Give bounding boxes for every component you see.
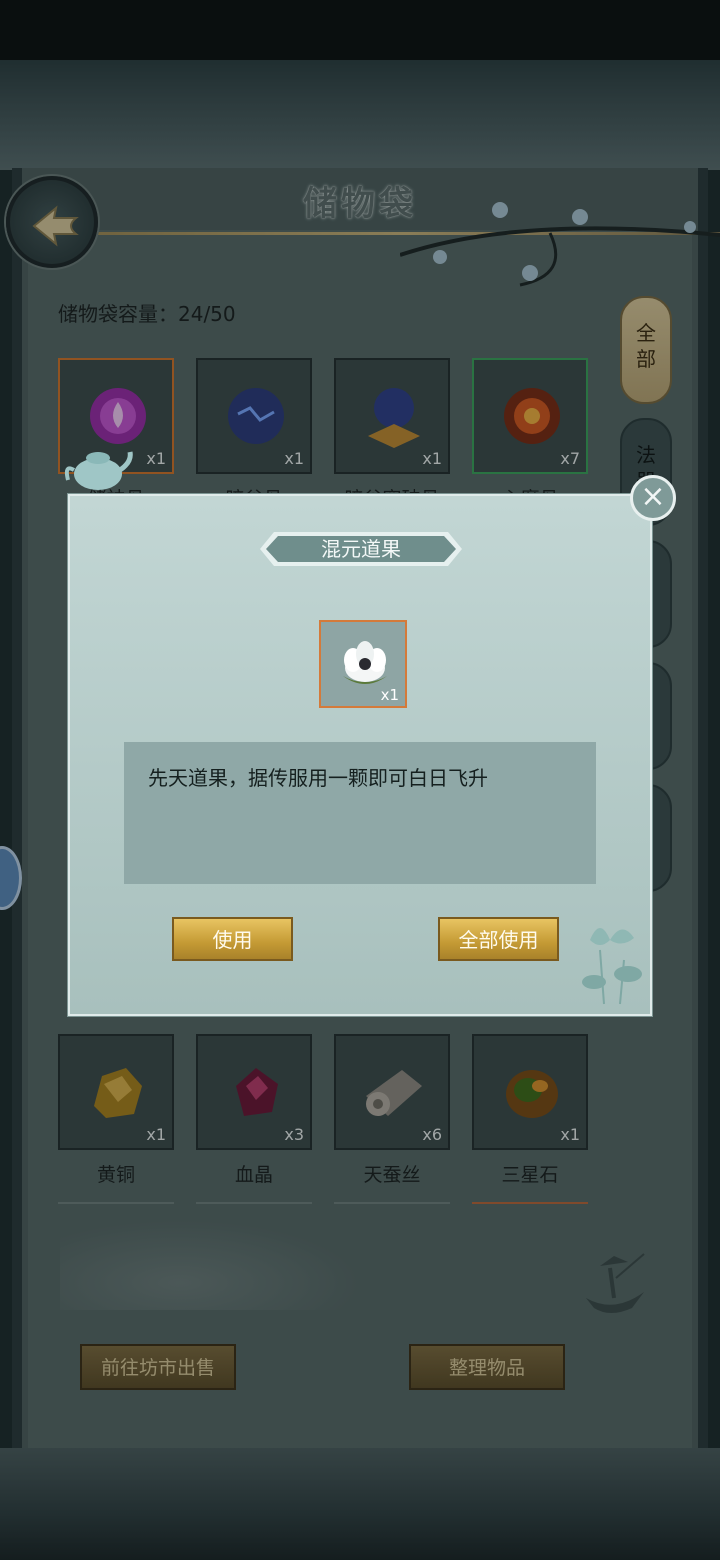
teapot-decoration (64, 451, 133, 490)
dialog-item-count: x1 (380, 686, 399, 704)
close-icon: × (640, 479, 666, 514)
close-button[interactable]: × (630, 475, 676, 521)
use-button[interactable]: 使用 (172, 917, 293, 961)
dialog-title-banner: 混元道果 (256, 528, 466, 570)
use-all-button[interactable]: 全部使用 (438, 917, 559, 961)
lotus-decoration (582, 928, 642, 1005)
dialog-item-slot: x1 (319, 620, 407, 708)
dialog-title: 混元道果 (321, 537, 401, 561)
item-description: 先天道果，据传服用一颗即可白日飞升 (124, 742, 596, 884)
item-description-text: 先天道果，据传服用一颗即可白日飞升 (148, 766, 488, 790)
